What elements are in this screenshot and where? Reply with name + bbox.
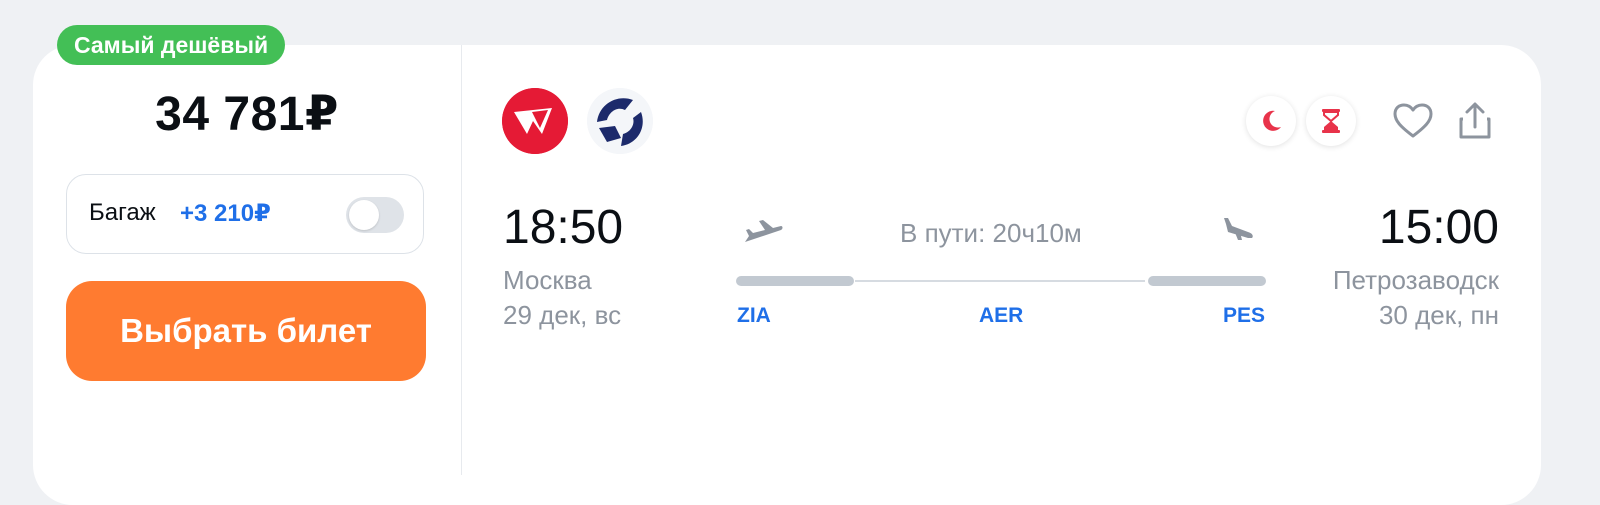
flight-duration: В пути: 20ч10м: [900, 218, 1082, 248]
departure-date: 29 дек, вс: [503, 300, 622, 330]
departure-city: Москва: [503, 265, 592, 295]
ticket-price: 34 781₽: [155, 88, 339, 141]
airport-code-transfer[interactable]: AER: [979, 304, 1023, 328]
share-icon: [1459, 102, 1491, 139]
departure-time: 18:50: [503, 201, 624, 254]
route-line: [855, 280, 1145, 282]
arrival-city: Петрозаводск: [1332, 265, 1499, 295]
heart-icon: [1393, 103, 1433, 138]
route-segment-1: [736, 276, 854, 286]
favorite-button[interactable]: [1390, 98, 1436, 144]
landing-icon: [1224, 218, 1253, 240]
route-segment-2: [1148, 276, 1266, 286]
toggle-knob: [349, 200, 379, 230]
airport-code-destination[interactable]: PES: [1223, 304, 1265, 328]
hourglass-icon: [1322, 109, 1340, 133]
night-flight-indicator[interactable]: [1246, 96, 1296, 146]
baggage-price: +3 210₽: [180, 200, 271, 227]
baggage-toggle[interactable]: [346, 197, 404, 233]
cheapest-badge: Самый дешёвый: [57, 25, 286, 65]
arrival-time: 15:00: [1378, 201, 1499, 254]
long-layover-indicator[interactable]: [1306, 96, 1356, 146]
arrival-date: 30 дек, пн: [1378, 300, 1499, 330]
airport-code-origin[interactable]: ZIA: [737, 304, 771, 328]
moon-icon: [1263, 110, 1281, 131]
takeoff-icon: [745, 220, 783, 242]
baggage-option[interactable]: Багаж +3 210₽: [66, 174, 424, 254]
baggage-label: Багаж: [89, 199, 156, 226]
airline-logo-blue: [587, 88, 653, 154]
share-button[interactable]: [1452, 98, 1498, 144]
airline-logo-red: [502, 88, 568, 154]
select-ticket-button[interactable]: Выбрать билет: [66, 281, 426, 381]
